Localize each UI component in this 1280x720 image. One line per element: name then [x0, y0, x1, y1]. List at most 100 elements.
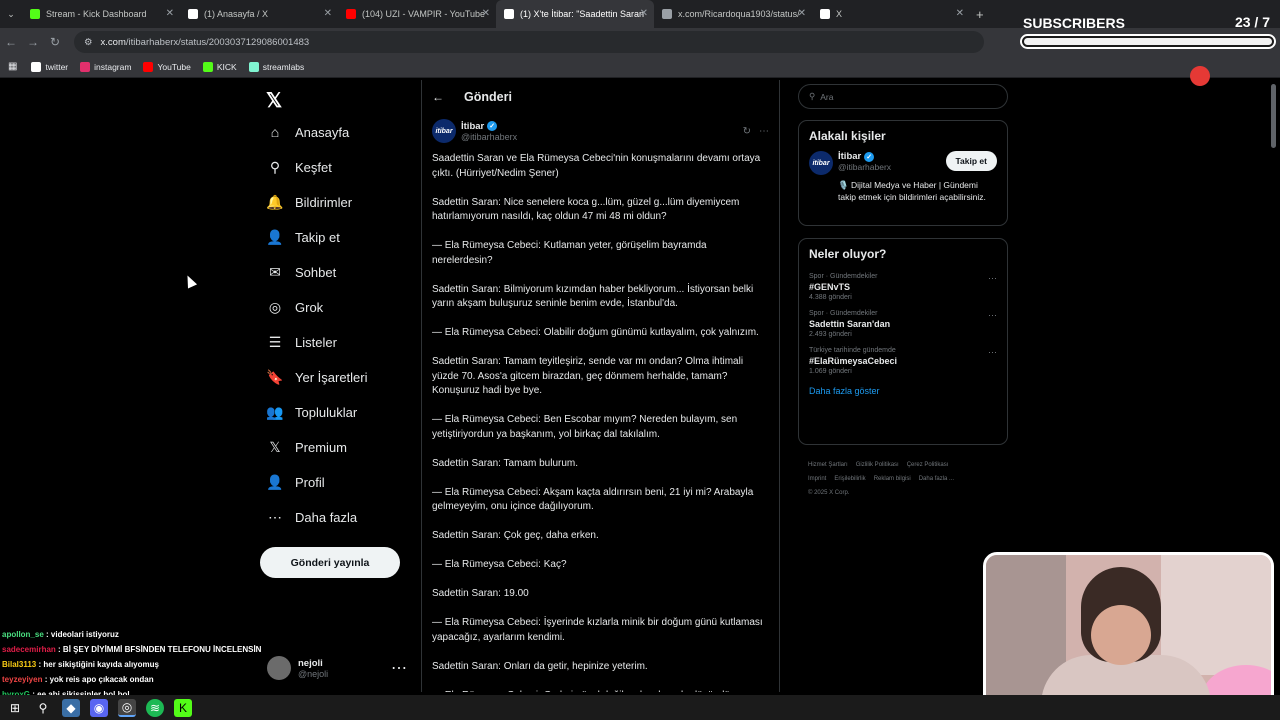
close-icon[interactable]: ✕	[798, 8, 806, 19]
show-more-link[interactable]: Daha fazla göster	[799, 380, 1007, 406]
close-icon[interactable]: ✕	[166, 8, 174, 19]
sidebar-item-mail[interactable]: ✉ Sohbet	[266, 263, 336, 281]
youtube-icon	[346, 9, 356, 19]
sidebar-item-bell[interactable]: 🔔 Bildirimler	[266, 193, 352, 211]
search-input[interactable]: ⚲ Ara	[798, 84, 1008, 109]
close-icon[interactable]: ✕	[482, 8, 490, 19]
sidebar-item-communities[interactable]: 👥 Topluluklar	[266, 403, 357, 421]
tab-title: X	[836, 9, 843, 19]
post-paragraph: Sadettin Saran: Tamam bulurum.	[432, 457, 579, 469]
sidebar-item-add-person[interactable]: 👤 Takip et	[266, 228, 340, 246]
footer-link[interactable]: Erişilebilirlik	[834, 476, 865, 482]
sidebar-item-more[interactable]: ⋯ Daha fazla	[266, 508, 357, 526]
tab-search-dropdown[interactable]: ⌄	[0, 0, 22, 28]
chat-username: teyzeyiyen	[2, 675, 43, 684]
sidebar-item-label: Topluluklar	[295, 404, 358, 420]
profile-handle: @nejoli	[298, 668, 329, 679]
webcam-overlay	[983, 552, 1274, 716]
page-title: Gönderi	[464, 89, 512, 104]
url-host: x.com	[100, 36, 126, 48]
subscribers-goal-overlay: SUBSCRIBERS 23 / 7	[1018, 12, 1278, 52]
more-dots-icon[interactable]: ⋯	[988, 273, 997, 284]
footer-link[interactable]: Reklam bilgisi	[874, 476, 911, 482]
account-switcher[interactable]: nejoli @nejoli ⋯	[267, 652, 417, 684]
address-bar[interactable]: ⚙ x.com/itibarhaberx/status/200303712908…	[74, 31, 984, 53]
browser-tab[interactable]: (104) UZI - VAMPIR - YouTube ✕	[338, 0, 496, 28]
bookmark-item[interactable]: twitter	[31, 61, 68, 72]
post-paragraph: Sadettin Saran: Onları da getir, hepiniz…	[432, 660, 648, 672]
footer-links: Hizmet Şartları Gizlilik Politikası Çerez …	[808, 458, 1008, 500]
browser-tab[interactable]: X ✕	[812, 0, 970, 28]
related-handle: @itibarhaberx	[838, 162, 892, 172]
more-dots-icon[interactable]: ⋯	[391, 658, 407, 678]
author-handle[interactable]: @itibarhaberx	[461, 132, 517, 142]
page-scrollbar[interactable]	[1271, 84, 1276, 148]
search-icon[interactable]: ⚲	[34, 699, 52, 717]
verified-badge-icon: ✓	[864, 151, 875, 162]
follow-button[interactable]: Takip et	[945, 151, 997, 171]
trend-item[interactable]: Spor · Gündemdekiler Sadettin Saran'dan 2.…	[799, 306, 1007, 343]
browser-tab[interactable]: Stream - Kick Dashboard ✕	[22, 0, 180, 28]
footer-link[interactable]: Çerez Politikası	[907, 462, 949, 468]
chrome-icon[interactable]: ◎	[118, 698, 136, 717]
related-avatar[interactable]: itibar	[809, 151, 833, 175]
post-button[interactable]: Gönderi yayınla	[260, 547, 400, 578]
sidebar-item-label: Profil	[295, 474, 325, 490]
close-icon[interactable]: ✕	[640, 8, 648, 19]
bookmark-item[interactable]: KICK	[202, 61, 237, 72]
bookmark-label: instagram	[94, 61, 132, 72]
sidebar-item-grok[interactable]: ◎ Grok	[266, 298, 323, 316]
footer-link[interactable]: Gizlilik Politikası	[856, 462, 899, 468]
post-more-icon[interactable]: ⋯	[759, 126, 769, 137]
browser-tab[interactable]: (1) Anasayfa / X ✕	[180, 0, 338, 28]
back-icon[interactable]: ←	[0, 35, 22, 49]
footer-link[interactable]: © 2025 X Corp.	[808, 490, 849, 496]
related-person[interactable]: itibar İtibar ✓ @itibarhaberx Takip et	[799, 151, 1007, 175]
more-dots-icon[interactable]: ⋯	[988, 347, 997, 358]
sidebar-item-list[interactable]: ☰ Listeler	[266, 333, 337, 351]
bookmark-item[interactable]: instagram	[80, 61, 132, 72]
reload-icon[interactable]: ↻	[44, 35, 66, 49]
bookmark-item[interactable]: streamlabs	[248, 61, 304, 72]
bookmark-label: KICK	[216, 61, 237, 72]
author-avatar[interactable]: itibar	[432, 119, 456, 143]
bookmark-favicon-icon	[31, 61, 42, 72]
search-placeholder: Ara	[820, 91, 834, 102]
browser-tab[interactable]: x.com/Ricardoqua1903/status/✕	[654, 0, 812, 28]
discord-icon[interactable]: ◉	[90, 698, 108, 717]
windows-start-icon[interactable]: ⊞	[6, 699, 24, 717]
new-tab-button[interactable]: +	[976, 7, 984, 22]
author-name[interactable]: İtibar	[461, 121, 484, 132]
close-icon[interactable]: ✕	[956, 8, 964, 19]
sidebar-item-search[interactable]: ⚲ Keşfet	[266, 158, 332, 176]
post-paragraph: Sadettin Saran: Tamam teyitleşiriz, send…	[432, 356, 744, 396]
sidebar-item-home[interactable]: ⌂ Anasayfa	[266, 123, 349, 141]
site-info-icon[interactable]: ⚙	[84, 37, 93, 48]
bookmark-label: YouTube	[157, 61, 191, 72]
trend-item[interactable]: Spor · Gündemdekiler #GENvTS 4.388 gönderi…	[799, 269, 1007, 306]
back-arrow-icon[interactable]: ←	[432, 90, 444, 104]
more-dots-icon[interactable]: ⋯	[988, 310, 997, 321]
tab-title: x.com/Ricardoqua1903/status/	[678, 9, 800, 19]
x-logo-icon[interactable]: 𝕏	[266, 88, 282, 113]
footer-link[interactable]: Hizmet Şartları	[808, 462, 848, 468]
footer-link[interactable]: Daha fazla ...	[919, 476, 954, 482]
forward-icon[interactable]: →	[22, 35, 44, 49]
sidebar-item-x[interactable]: 𝕏 Premium	[266, 438, 347, 456]
close-icon[interactable]: ✕	[324, 8, 332, 19]
kick-app-icon[interactable]: K	[174, 698, 192, 717]
apps-grid-icon[interactable]: ▦	[8, 61, 17, 72]
search-icon: ⚲	[809, 91, 816, 101]
app-icon[interactable]: ◆	[62, 698, 80, 717]
stream-chat-overlay: apollon_se : videolari istiyoruz sadecemi…	[2, 627, 264, 702]
bookmark-item[interactable]: YouTube	[143, 61, 191, 72]
footer-link[interactable]: Imprint	[808, 476, 826, 482]
browser-tab[interactable]: (1) X'te İtibar: "Saadettin Saran ✕	[496, 0, 654, 28]
trend-item[interactable]: Türkiye tarihinde gündemde #ElaRümeysaCeb…	[799, 343, 1007, 380]
spotify-icon[interactable]: ≋	[146, 698, 164, 717]
bookmark-favicon-icon	[202, 61, 213, 72]
kick-icon	[30, 9, 40, 19]
sidebar-item-profile[interactable]: 👤 Profil	[266, 473, 325, 491]
sidebar-item-bookmark[interactable]: 🔖 Yer İşaretleri	[266, 368, 367, 386]
grok-explain-icon[interactable]: ↻	[743, 126, 751, 137]
